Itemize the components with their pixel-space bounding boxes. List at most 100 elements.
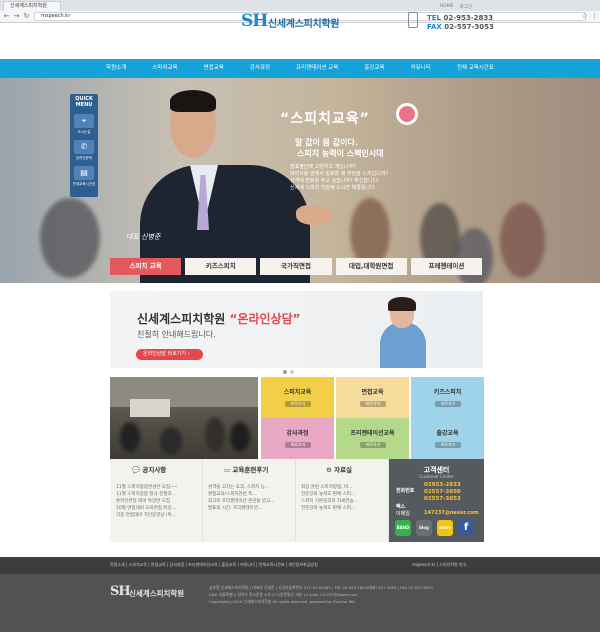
header-links: HOME 로그인 [440, 4, 472, 10]
document-icon[interactable]: ▤ [74, 166, 94, 180]
menu-item-community[interactable]: 커뮤니티 [398, 59, 444, 78]
review-board-heading[interactable]: ▭ 교육훈련후기 [224, 464, 268, 474]
consult-title: 신세계스피치학원 “온라인상담” [137, 310, 301, 327]
review-list: 성격을 고치는 효과, 스피치 능... 면접교육/스피치관련 특... 최고의… [208, 484, 275, 512]
blog-icon[interactable]: blog [416, 520, 432, 536]
logo-name[interactable]: 신세계스피치학원 [268, 15, 340, 30]
band-icon[interactable]: BAND [395, 520, 411, 536]
list-item[interactable]: 전문강좌 놓쳐도 판에 스피... [301, 505, 358, 512]
back-arrow-icon[interactable]: ← [2, 12, 11, 21]
list-item[interactable]: 각종 면접대비 가인동영상 (특... [116, 512, 178, 519]
reload-icon[interactable]: ↻ [22, 12, 31, 21]
home-link[interactable]: HOME [440, 4, 454, 10]
tile-more[interactable]: 바로가기 [360, 442, 386, 448]
agent-hair [388, 297, 416, 311]
archive-board-heading[interactable]: ⚙ 자료실 [326, 464, 352, 474]
menu-item-about[interactable]: 학원소개 [93, 59, 139, 78]
tile-more[interactable]: 바로가기 [285, 442, 311, 448]
footer-info: Copyright(c)2016 신세계스피치학원 All rights res… [209, 599, 357, 604]
browser-tab[interactable]: 신세계스피치학원 [3, 1, 61, 11]
review-board-title: 교육훈련후기 [232, 466, 269, 474]
list-item[interactable]: 최고의 프리젠테이션 훈련을 받고... [208, 498, 275, 505]
slider-dot[interactable] [290, 370, 294, 374]
slider-dot[interactable] [283, 370, 287, 374]
tab-kids-speech[interactable]: 키즈스피치 [185, 258, 257, 275]
tab-speech[interactable]: 스피치 교육 [110, 258, 182, 275]
kakaostory-icon[interactable]: story [437, 520, 453, 536]
list-item[interactable]: 발표의 시간, 프리젠테이션... [208, 505, 275, 512]
tile-kids-speech[interactable]: 키즈스피치바로가기 [411, 377, 484, 418]
footer-logo-name: 신세계스피치학원 [129, 589, 185, 598]
archive-list: 최강 훈련 스피치방법, 비... 전문강좌 놓쳐도 판에 스피... 스피치 … [301, 484, 358, 512]
list-item[interactable]: 전문강좌 놓쳐도 판에 스피... [301, 491, 358, 498]
phone-icon [408, 12, 418, 28]
list-item[interactable]: 면접교육/스피치관련 특... [208, 491, 275, 498]
tab-college-interview[interactable]: 대입,대학원면접 [335, 258, 407, 275]
facebook-icon[interactable]: f [458, 520, 474, 536]
list-item[interactable]: 최강 훈련 스피치방법, 비... [301, 484, 358, 491]
logo-mark[interactable]: SH [241, 11, 268, 31]
menu-item-outreach[interactable]: 출강교육 [351, 59, 397, 78]
forward-arrow-icon[interactable]: → [12, 12, 21, 21]
chat-icon: 💬 [132, 466, 141, 474]
list-item[interactable]: 11월 스피치종합 정규 진행과... [116, 491, 178, 498]
tile-instructor[interactable]: 강사과정 바로가기 [261, 418, 334, 459]
menu-item-interview[interactable]: 면접교육 [191, 59, 237, 78]
tile-outreach[interactable]: 출강교육 바로가기 [411, 418, 484, 459]
quick-item-inquiry[interactable]: 온라인문의 [70, 156, 98, 161]
footer-info: 상호명 신세계스피치학원 | 대표자 신병준 | 사업자등록번호 472-91-… [209, 585, 433, 590]
list-item[interactable]: 11월 스피치종합완성반 모집~~ [116, 484, 178, 491]
footer-info: ADD 서울특별시 성북구 동소문동 4가 271(동문빌딩 3층) | E-m… [209, 592, 358, 597]
tab-civil-interview[interactable]: 국가직면접 [260, 258, 332, 275]
menu-item-instructor[interactable]: 강사과정 [237, 59, 283, 78]
tile-title: 스피치교육 [283, 389, 312, 396]
quick-item-timetable[interactable]: 전체교육시간표 [70, 182, 98, 187]
notice-board-title: 공지사항 [142, 466, 167, 474]
email-label: 이메일 [396, 511, 410, 517]
tile-title: 프리젠테이션교육 [350, 430, 395, 437]
tile-title: 키즈스피치 [433, 389, 462, 396]
consult-button[interactable]: 온라인상담 바로가기 › [136, 349, 203, 360]
fax-label: 팩스 [396, 504, 406, 510]
hero-line: 발표불안에 고민하고 계십니까? [290, 164, 356, 170]
phone-number: 02557-3053 [424, 496, 461, 502]
consult-button-label: 온라인상담 바로가기 [143, 351, 186, 357]
hero-tabs: 스피치 교육 키즈스피치 국가직면접 대입,대학원면접 프레젠테이션 [110, 258, 483, 275]
quick-menu-title: QUICK MENU [70, 96, 98, 108]
tile-speech[interactable]: 스피치교육바로가기 [261, 377, 334, 418]
hero-subtitle-2: 스피치 능력이 스펙인시대 [297, 149, 384, 158]
phone-icon[interactable]: ✆ [74, 140, 94, 154]
email-address[interactable]: 147237@naver.com [424, 510, 479, 516]
star-icon[interactable]: ☆ [580, 12, 589, 21]
menu-item-presentation[interactable]: 프리젠테이션 교육 [283, 59, 351, 78]
chevron-right-icon: › [187, 351, 190, 357]
notice-board-heading[interactable]: 💬 공지사항 [132, 464, 166, 474]
menu-item-speech[interactable]: 스피치교육 [139, 59, 190, 78]
footer-nav-links[interactable]: 학원소개 | 스피치교육 | 면접교육 | 강사과정 | 프리젠테이션교육 | … [110, 562, 318, 568]
login-link[interactable]: 로그인 [460, 4, 472, 10]
consult-title-accent: “온라인상담” [229, 312, 301, 326]
tile-title: 면접교육 [361, 389, 384, 396]
quick-item-location[interactable]: 오시는길 [70, 130, 98, 135]
phone-number: 02557-3050 [424, 489, 461, 495]
menu-icon[interactable]: ⋮ [590, 12, 599, 21]
tile-more[interactable]: 바로가기 [435, 442, 461, 448]
list-item[interactable]: 스피치 기본동작과 자세연습... [301, 498, 358, 505]
main-menu: 학원소개 스피치교육 면접교육 강사과정 프리젠테이션 교육 출강교육 커뮤니티… [0, 59, 600, 78]
menu-item-timetable[interactable]: 전체 교육시간표 [444, 59, 507, 78]
map-pin-icon[interactable]: ⌖ [74, 114, 94, 128]
footer-nav-right[interactable]: mspeech.kr | 스피치학원 한국 [412, 562, 466, 568]
list-item[interactable]: 성격을 고치는 효과, 스피치 능... [208, 484, 275, 491]
contact-numbers: TEL 02-953-2833 FAX 02-557-3053 [427, 14, 494, 32]
gear-icon: ⚙ [326, 466, 332, 474]
phone-label: 전화번호 [396, 488, 415, 494]
tile-more[interactable]: 바로가기 [360, 401, 386, 407]
list-item[interactable]: 온라인면접 대비 특강반 모집 [116, 498, 178, 505]
tile-more[interactable]: 바로가기 [285, 401, 311, 407]
tile-presentation[interactable]: 프리젠테이션교육바로가기 [336, 418, 409, 459]
tab-presentation[interactable]: 프레젠테이션 [410, 258, 483, 275]
customer-center-subtitle: Customer Center [419, 474, 454, 479]
tile-more[interactable]: 바로가기 [435, 401, 461, 407]
tile-interview[interactable]: 면접교육바로가기 [336, 377, 409, 418]
list-item[interactable]: 10월 면접대비 모의면접 특강... [116, 505, 178, 512]
